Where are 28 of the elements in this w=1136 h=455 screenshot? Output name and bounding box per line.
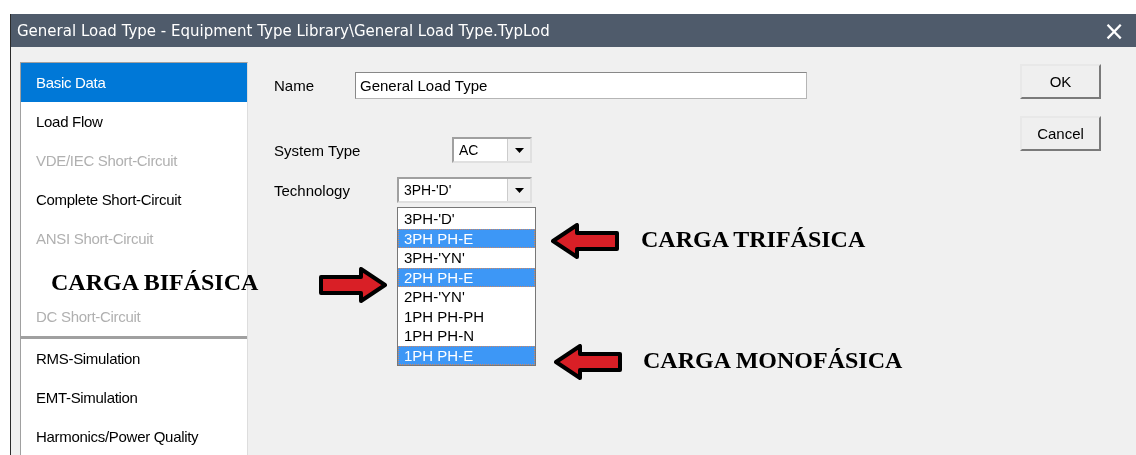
dropdown-option[interactable]: 2PH-'YN' (398, 287, 535, 307)
dropdown-option[interactable]: 1PH PH-PH (398, 306, 535, 326)
dropdown-option[interactable]: 3PH-'YN' (398, 248, 535, 268)
sidebar-item[interactable]: RMS-Simulation (21, 339, 247, 378)
annotation-label: CARGA BIFÁSICA (51, 269, 259, 296)
technology-label: Technology (274, 181, 351, 199)
sidebar-item[interactable]: Complete Short-Circuit (21, 180, 247, 219)
sidebar-item[interactable]: Harmonics/Power Quality (21, 417, 247, 455)
dialog-button[interactable]: Cancel (1020, 116, 1101, 151)
annotation-label: CARGA TRIFÁSICA (641, 226, 866, 253)
sidebar-item[interactable]: Load Flow (21, 102, 247, 141)
dialog-button[interactable]: OK (1020, 64, 1101, 99)
sidebar-item[interactable]: EMT-Simulation (21, 378, 247, 417)
window-title: General Load Type - Equipment Type Library\General Load Type.TypLod (17, 21, 550, 40)
close-button[interactable]: × (1099, 17, 1129, 44)
arrow-icon (551, 223, 619, 259)
name-field[interactable]: General Load Type (355, 72, 807, 99)
system-type-label: System Type (274, 141, 362, 159)
arrow-icon (319, 267, 387, 303)
system-type-dropdown[interactable]: AC (452, 137, 532, 163)
name-label: Name (274, 77, 315, 94)
annotation-label: CARGA MONOFÁSICA (643, 347, 903, 374)
caret-icon (514, 187, 524, 193)
sidebar-item[interactable]: Basic Data (21, 63, 247, 102)
dropdown-option[interactable]: 3PH-'D' (398, 209, 535, 229)
arrow-icon (554, 344, 622, 380)
caret-icon (514, 147, 524, 153)
dropdown-option[interactable]: 1PH PH-N (398, 326, 535, 346)
